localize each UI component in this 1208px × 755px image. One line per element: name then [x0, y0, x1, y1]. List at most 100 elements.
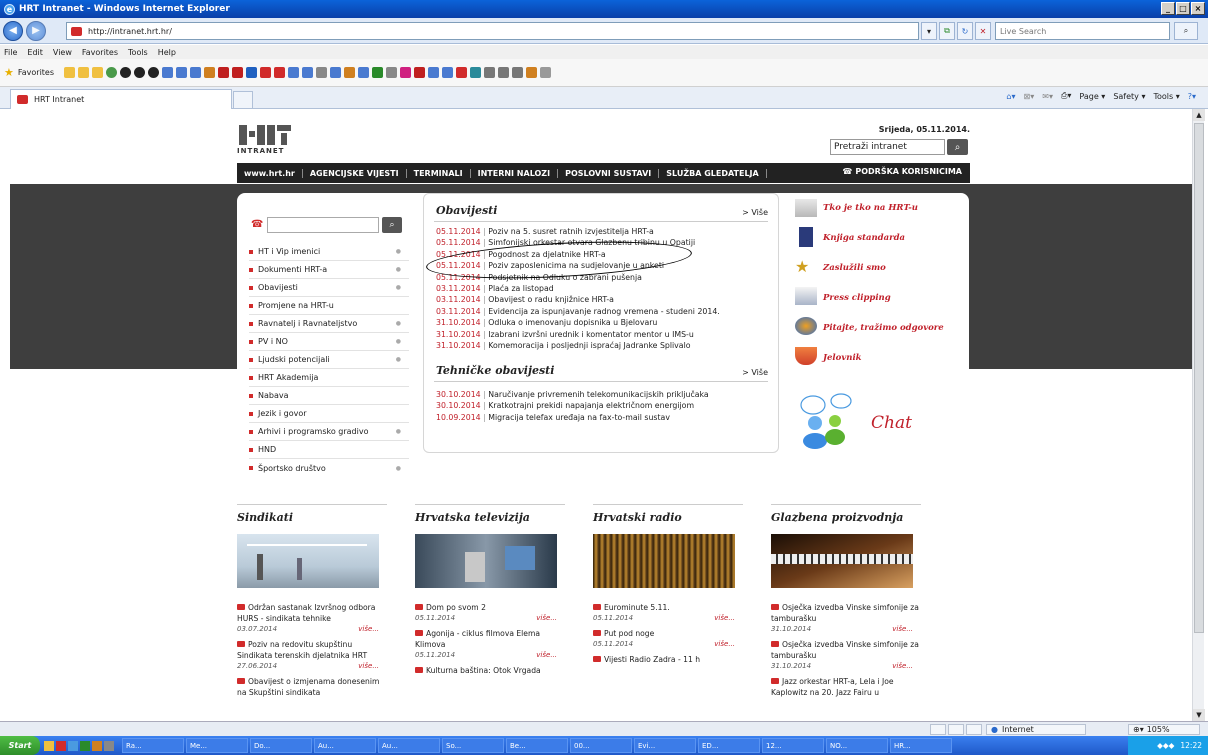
favorite-link-icon[interactable]: [512, 67, 524, 78]
stop-icon[interactable]: ✕: [975, 22, 991, 40]
favorite-link-icon[interactable]: [106, 67, 118, 78]
favorite-link-icon[interactable]: [302, 67, 314, 78]
section-item[interactable]: Obavijest o izmjenama donesenim na Skupš…: [237, 676, 387, 698]
favorite-link-icon[interactable]: [92, 67, 104, 78]
favorite-link-icon[interactable]: [274, 67, 286, 78]
more-link[interactable]: više...: [536, 650, 565, 661]
more-link[interactable]: više...: [892, 661, 921, 672]
section-item[interactable]: Jazz orkestar HRT-a, Lela i Joe Kaplowit…: [771, 676, 921, 698]
menu-file[interactable]: File: [4, 48, 17, 57]
support-link[interactable]: ☎ PODRŠKA KORISNICIMA: [842, 167, 962, 176]
favorite-link-icon[interactable]: [316, 67, 328, 78]
page-scrollbar[interactable]: ▲ ▼: [1192, 109, 1205, 721]
menu-edit[interactable]: Edit: [27, 48, 43, 57]
taskbar-window-button[interactable]: ED...: [698, 738, 760, 753]
sidebar-item-sportsko-drustvo[interactable]: Športsko društvo ●: [249, 459, 409, 477]
favorite-link-icon[interactable]: [218, 67, 230, 78]
favorite-link-icon[interactable]: [64, 67, 76, 78]
mail-icon[interactable]: ✉▾: [1042, 92, 1053, 101]
print-icon[interactable]: ⎙▾: [1061, 91, 1071, 101]
minimize-button[interactable]: _: [1161, 2, 1175, 15]
favorites-button[interactable]: Favorites: [18, 68, 54, 77]
nav-agencijske-vijesti[interactable]: AGENCIJSKE VIJESTI: [303, 168, 407, 178]
news-item[interactable]: 31.10.2014 | Komemoracija i posljednji i…: [436, 341, 772, 350]
favorite-link-icon[interactable]: [120, 67, 132, 78]
sidebar-item-pv-no[interactable]: PV i NO ●: [249, 333, 409, 351]
section-item[interactable]: Put pod noge 05.11.2014 više...: [593, 628, 743, 650]
section-item[interactable]: Poziv na redovitu skupštinu Sindikata te…: [237, 639, 387, 672]
favorite-link-icon[interactable]: [330, 67, 342, 78]
favorite-link-icon[interactable]: [414, 67, 426, 78]
section-item[interactable]: Kulturna baština: Otok Vrgada: [415, 665, 565, 676]
tehnicke-more-link[interactable]: > Više: [742, 368, 768, 377]
favorite-link-icon[interactable]: [498, 67, 510, 78]
taskbar-window-button[interactable]: Au...: [378, 738, 440, 753]
search-icon[interactable]: ⌕: [382, 217, 402, 233]
favorite-link-icon[interactable]: [246, 67, 258, 78]
hrt-logo[interactable]: INTRANET: [237, 121, 293, 159]
menu-help[interactable]: Help: [158, 48, 176, 57]
favorite-link-icon[interactable]: [456, 67, 468, 78]
sidebar-item-nabava[interactable]: Nabava: [249, 387, 409, 405]
chat-link[interactable]: Chat: [871, 413, 912, 433]
maximize-button[interactable]: □: [1176, 2, 1190, 15]
home-icon[interactable]: ⌂▾: [1006, 92, 1015, 101]
intranet-search-input[interactable]: Pretraži intranet: [830, 139, 945, 155]
section-photo[interactable]: [771, 534, 913, 588]
news-item[interactable]: 31.10.2014 | Odluka o imenovanju dopisni…: [436, 318, 772, 327]
news-item[interactable]: 03.11.2014 | Plaća za listopad: [436, 284, 772, 293]
sidebar-item-ljudski-potencijali[interactable]: Ljudski potencijali ●: [249, 351, 409, 369]
obavijesti-more-link[interactable]: > Više: [742, 208, 768, 217]
taskbar-window-button[interactable]: Be...: [506, 738, 568, 753]
link-pitajte[interactable]: Pitajte, tražimo odgovore: [823, 323, 944, 333]
section-item[interactable]: Vijesti Radio Zadra - 11 h: [593, 654, 743, 665]
favorite-link-icon[interactable]: [148, 67, 160, 78]
taskbar-window-button[interactable]: So...: [442, 738, 504, 753]
more-link[interactable]: više...: [536, 613, 565, 624]
quick-launch-icon[interactable]: [80, 740, 90, 751]
menu-view[interactable]: View: [53, 48, 72, 57]
safety-menu[interactable]: Safety ▾: [1113, 92, 1145, 101]
back-button[interactable]: ◀: [3, 20, 23, 41]
favorite-link-icon[interactable]: [428, 67, 440, 78]
link-tko-je-tko[interactable]: Tko je tko na HRT-u: [823, 203, 918, 213]
quick-launch-icon[interactable]: [56, 740, 66, 751]
taskbar-window-button[interactable]: NO...: [826, 738, 888, 753]
section-photo[interactable]: [593, 534, 735, 588]
favorite-link-icon[interactable]: [78, 67, 90, 78]
favorite-link-icon[interactable]: [162, 67, 174, 78]
tab-hrt-intranet[interactable]: HRT Intranet: [10, 89, 232, 109]
news-item[interactable]: 05.11.2014 | Poziv na 5. susret ratnih i…: [436, 227, 772, 236]
address-dropdown-button[interactable]: ▾: [921, 22, 937, 40]
favorites-star-icon[interactable]: ★: [4, 66, 14, 79]
feeds-icon[interactable]: ⊠▾: [1024, 92, 1035, 101]
quick-launch-icon[interactable]: [68, 740, 78, 751]
link-zasluzili-smo[interactable]: Zaslužili smo: [823, 263, 886, 273]
sidebar-item-promjene[interactable]: Promjene na HRT-u: [249, 297, 409, 315]
live-search-input[interactable]: Live Search: [995, 22, 1170, 40]
nav-www-hrt-hr[interactable]: www.hrt.hr: [237, 168, 303, 178]
more-link[interactable]: više...: [892, 624, 921, 635]
section-photo[interactable]: [415, 534, 557, 588]
taskbar-window-button[interactable]: HR...: [890, 738, 952, 753]
link-press-clipping[interactable]: Press clipping: [823, 293, 891, 303]
zoom-control[interactable]: ⊕▾ 105%: [1128, 724, 1200, 735]
scroll-up-icon[interactable]: ▲: [1193, 109, 1205, 121]
favorite-link-icon[interactable]: [190, 67, 202, 78]
section-item[interactable]: Eurominute 5.11. 05.11.2014 više...: [593, 602, 743, 624]
taskbar-window-button[interactable]: Au...: [314, 738, 376, 753]
favorite-link-icon[interactable]: [400, 67, 412, 78]
more-link[interactable]: više...: [714, 639, 743, 650]
section-item[interactable]: Osječka izvedba Vinske simfonije za tamb…: [771, 639, 921, 672]
scrollbar-thumb[interactable]: [1194, 123, 1204, 633]
refresh-icon[interactable]: ↻: [957, 22, 973, 40]
news-item[interactable]: 03.11.2014 | Evidencija za ispunjavanje …: [436, 307, 772, 316]
tools-menu[interactable]: Tools ▾: [1153, 92, 1179, 101]
start-button[interactable]: Start: [0, 736, 40, 755]
compatibility-icon[interactable]: ⧉: [939, 22, 955, 40]
sidebar-item-ravnatelj[interactable]: Ravnatelj i Ravnateljstvo ●: [249, 315, 409, 333]
more-link[interactable]: više...: [358, 661, 387, 672]
sidebar-item-jezik[interactable]: Jezik i govor: [249, 405, 409, 423]
favorite-link-icon[interactable]: [260, 67, 272, 78]
section-item[interactable]: Održan sastanak Izvršnog odbora HURS - s…: [237, 602, 387, 635]
